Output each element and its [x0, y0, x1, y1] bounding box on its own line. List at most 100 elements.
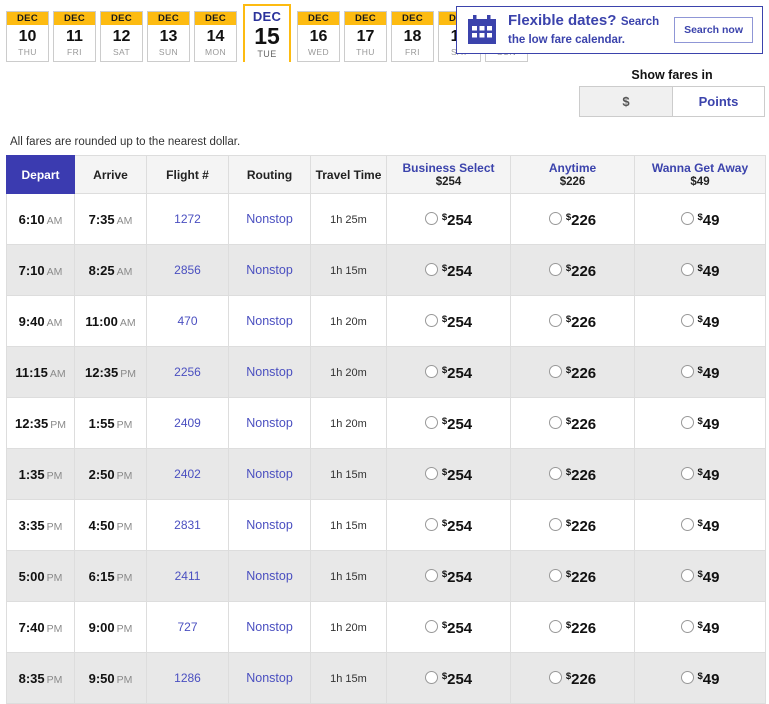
fare-tier-name[interactable]: Business Select: [389, 161, 508, 175]
fare-option-business-select[interactable]: $254: [424, 465, 472, 483]
fare-tier-name[interactable]: Anytime: [513, 161, 632, 175]
fare-radio-button[interactable]: [424, 365, 438, 379]
fare-option-wanna-get-away[interactable]: $49: [680, 363, 719, 381]
fare-radio-button[interactable]: [424, 569, 438, 583]
fare-radio-button[interactable]: [548, 671, 562, 685]
fare-option-wanna-get-away[interactable]: $49: [680, 465, 719, 483]
fare-option-anytime[interactable]: $226: [548, 261, 596, 279]
fare-radio-button[interactable]: [424, 671, 438, 685]
fare-option-wanna-get-away[interactable]: $49: [680, 669, 719, 687]
fare-radio-button[interactable]: [680, 263, 694, 277]
fare-option-business-select[interactable]: $254: [424, 618, 472, 636]
fare-radio-button[interactable]: [548, 467, 562, 481]
fare-radio-button[interactable]: [548, 569, 562, 583]
search-now-button[interactable]: Search now: [674, 17, 753, 43]
column-header-routing[interactable]: Routing: [228, 155, 311, 194]
fare-radio-button[interactable]: [548, 416, 562, 430]
fare-option-anytime[interactable]: $226: [548, 669, 596, 687]
routing-link[interactable]: Nonstop: [246, 314, 293, 328]
fare-option-wanna-get-away[interactable]: $49: [680, 618, 719, 636]
flight-number-link[interactable]: 2856: [174, 263, 201, 277]
fare-option-business-select[interactable]: $254: [424, 210, 472, 228]
routing-link[interactable]: Nonstop: [246, 569, 293, 583]
routing-link[interactable]: Nonstop: [246, 365, 293, 379]
fare-radio-button[interactable]: [424, 518, 438, 532]
fare-option-wanna-get-away[interactable]: $49: [680, 516, 719, 534]
fare-option-wanna-get-away[interactable]: $49: [680, 414, 719, 432]
fare-radio-button[interactable]: [680, 365, 694, 379]
fare-radio-button[interactable]: [680, 467, 694, 481]
fare-radio-button[interactable]: [680, 671, 694, 685]
flight-number-link[interactable]: 1272: [174, 212, 201, 226]
fare-option-anytime[interactable]: $226: [548, 210, 596, 228]
fare-radio-button[interactable]: [548, 620, 562, 634]
fare-option-anytime[interactable]: $226: [548, 618, 596, 636]
flexible-dates-banner[interactable]: Flexible dates? Search the low fare cale…: [456, 6, 763, 54]
fare-option-wanna-get-away[interactable]: $49: [680, 312, 719, 330]
fare-radio-button[interactable]: [548, 212, 562, 226]
fare-option-anytime[interactable]: $226: [548, 516, 596, 534]
flight-number-link[interactable]: 2256: [174, 365, 201, 379]
column-header-travel-time[interactable]: Travel Time: [310, 155, 387, 194]
flight-number-link[interactable]: 2831: [174, 518, 201, 532]
fare-radio-button[interactable]: [680, 620, 694, 634]
toggle-option-dollars[interactable]: $: [580, 87, 672, 116]
fare-radio-button[interactable]: [548, 365, 562, 379]
fare-option-anytime[interactable]: $226: [548, 465, 596, 483]
fare-radio-button[interactable]: [680, 569, 694, 583]
column-header-depart[interactable]: Depart: [6, 155, 75, 194]
fare-radio-button[interactable]: [424, 212, 438, 226]
fare-option-business-select[interactable]: $254: [424, 567, 472, 585]
column-header-arrive[interactable]: Arrive: [74, 155, 147, 194]
fare-option-wanna-get-away[interactable]: $49: [680, 567, 719, 585]
fare-radio-button[interactable]: [424, 416, 438, 430]
fare-option-anytime[interactable]: $226: [548, 567, 596, 585]
fare-radio-button[interactable]: [680, 212, 694, 226]
flight-number-link[interactable]: 727: [177, 620, 197, 634]
fare-radio-button[interactable]: [548, 518, 562, 532]
date-tab-dec-15[interactable]: DEC 15 TUE: [243, 4, 291, 62]
fare-radio-button[interactable]: [424, 467, 438, 481]
fare-tier-name[interactable]: Wanna Get Away: [637, 161, 763, 175]
fare-option-anytime[interactable]: $226: [548, 363, 596, 381]
fare-radio-button[interactable]: [424, 263, 438, 277]
flight-number-link[interactable]: 2402: [174, 467, 201, 481]
toggle-option-points[interactable]: Points: [672, 87, 764, 116]
routing-link[interactable]: Nonstop: [246, 467, 293, 481]
date-tab-dec-16[interactable]: DEC 16 WED: [297, 11, 340, 62]
date-tab-dec-17[interactable]: DEC 17 THU: [344, 11, 387, 62]
routing-link[interactable]: Nonstop: [246, 518, 293, 532]
fare-option-business-select[interactable]: $254: [424, 516, 472, 534]
routing-link[interactable]: Nonstop: [246, 620, 293, 634]
column-header-flight-number[interactable]: Flight #: [146, 155, 229, 194]
fare-option-business-select[interactable]: $254: [424, 669, 472, 687]
fare-radio-button[interactable]: [680, 518, 694, 532]
fare-radio-button[interactable]: [680, 416, 694, 430]
fare-radio-button[interactable]: [424, 314, 438, 328]
flight-number-link[interactable]: 1286: [174, 671, 201, 685]
date-tab-dec-10[interactable]: DEC 10 THU: [6, 11, 49, 62]
date-tab-dec-12[interactable]: DEC 12 SAT: [100, 11, 143, 62]
fare-radio-button[interactable]: [548, 314, 562, 328]
fare-option-anytime[interactable]: $226: [548, 414, 596, 432]
flight-number-link[interactable]: 470: [177, 314, 197, 328]
date-tab-dec-18[interactable]: DEC 18 FRI: [391, 11, 434, 62]
flight-number-link[interactable]: 2409: [174, 416, 201, 430]
routing-link[interactable]: Nonstop: [246, 263, 293, 277]
fare-radio-button[interactable]: [424, 620, 438, 634]
fare-option-business-select[interactable]: $254: [424, 312, 472, 330]
fare-option-wanna-get-away[interactable]: $49: [680, 210, 719, 228]
routing-link[interactable]: Nonstop: [246, 212, 293, 226]
fare-option-business-select[interactable]: $254: [424, 363, 472, 381]
fare-radio-button[interactable]: [680, 314, 694, 328]
fare-option-business-select[interactable]: $254: [424, 261, 472, 279]
fare-radio-button[interactable]: [548, 263, 562, 277]
fare-option-wanna-get-away[interactable]: $49: [680, 261, 719, 279]
flight-number-link[interactable]: 2411: [175, 569, 201, 583]
fare-option-anytime[interactable]: $226: [548, 312, 596, 330]
date-tab-dec-13[interactable]: DEC 13 SUN: [147, 11, 190, 62]
date-tab-dec-14[interactable]: DEC 14 MON: [194, 11, 237, 62]
routing-link[interactable]: Nonstop: [246, 416, 293, 430]
routing-link[interactable]: Nonstop: [246, 671, 293, 685]
fare-option-business-select[interactable]: $254: [424, 414, 472, 432]
